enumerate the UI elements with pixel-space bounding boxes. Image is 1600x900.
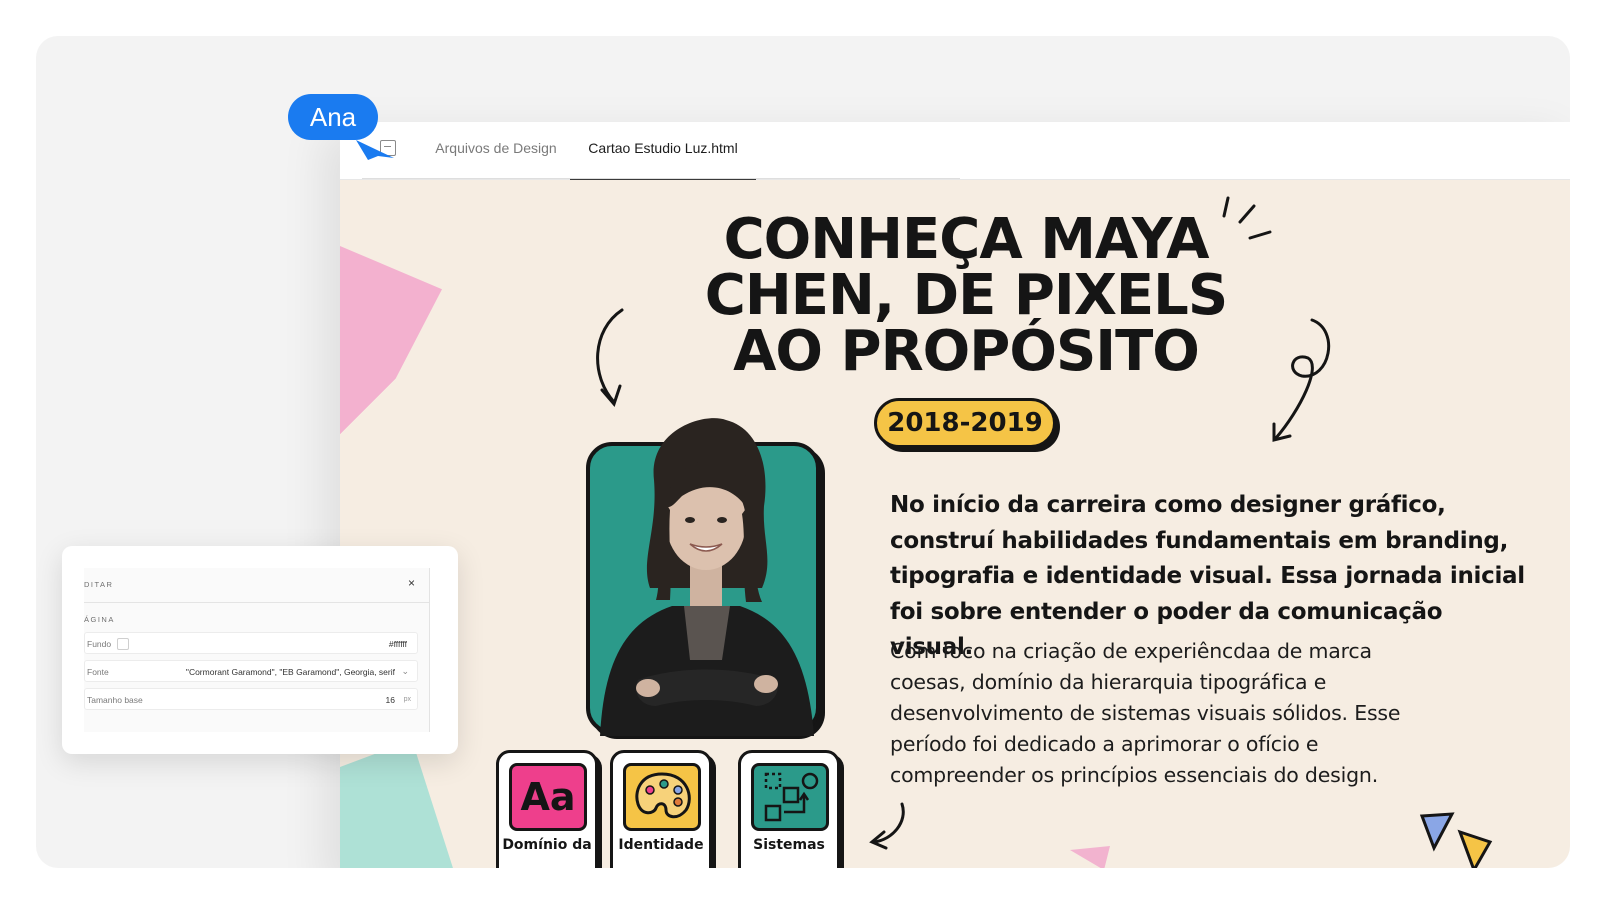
- skill-label: Domínio da: [502, 837, 592, 853]
- chevron-down-icon[interactable]: ⌄: [401, 666, 409, 677]
- field-label: Tamanho base: [87, 695, 143, 705]
- close-icon[interactable]: ×: [408, 576, 415, 590]
- app-frame: Arquivos de Design Cartao Estudio Luz.ht…: [36, 36, 1570, 868]
- skill-card-systems[interactable]: Sistemas: [738, 750, 840, 868]
- page-editor-panel: DITAR × ÁGINA Fundo #ffffff Fonte "Cormo…: [62, 546, 458, 754]
- cursor-pointer-icon: [356, 140, 394, 160]
- base-size-field[interactable]: Tamanho base 16 px: [84, 688, 418, 710]
- tab-cartao-estudio-luz[interactable]: Cartao Estudio Luz.html: [570, 122, 756, 180]
- base-size-value[interactable]: 16: [386, 695, 395, 705]
- tab-divider: [362, 178, 960, 179]
- headline-line-3: AO PROPÓSITO: [733, 319, 1200, 384]
- document-window: Arquivos de Design Cartao Estudio Luz.ht…: [340, 122, 1570, 868]
- year-badge[interactable]: 2018-2019: [874, 398, 1056, 448]
- unit-label: px: [403, 696, 411, 703]
- font-field[interactable]: Fonte "Cormorant Garamond", "EB Garamond…: [84, 660, 418, 682]
- editor-divider: [84, 602, 429, 603]
- pink-mini-shape: [1070, 846, 1110, 868]
- body-paragraph[interactable]: Com foco na criação de experiêncdaa de m…: [890, 636, 1450, 791]
- editor-content: DITAR × ÁGINA Fundo #ffffff Fonte "Cormo…: [84, 568, 430, 732]
- headline-line-2: CHEN, DE PIXELS: [704, 263, 1228, 328]
- field-label: Fundo: [87, 639, 112, 649]
- portrait-photo[interactable]: [586, 418, 820, 736]
- typography-icon: Aa: [509, 763, 587, 831]
- loop-arrow-right-icon: [1272, 318, 1331, 442]
- skill-card-identity[interactable]: Identidade: [610, 750, 712, 868]
- curved-arrow-left-icon: [596, 308, 624, 407]
- systems-icon: [751, 763, 829, 831]
- section-title: ÁGINA: [84, 615, 115, 624]
- palette-icon: [623, 763, 701, 831]
- skill-label: Sistemas: [753, 837, 825, 853]
- color-swatch[interactable]: [117, 638, 129, 650]
- small-arrow-icon: [869, 802, 905, 850]
- skill-label: Identidade: [618, 837, 704, 853]
- tab-bar: Arquivos de Design Cartao Estudio Luz.ht…: [340, 122, 1570, 180]
- headline-line-1: CONHEÇA MAYA: [723, 207, 1210, 272]
- triangle-decor-icon: [1419, 812, 1493, 868]
- skill-card-typography[interactable]: Aa Domínio da: [496, 750, 598, 868]
- font-value[interactable]: "Cormorant Garamond", "EB Garamond", Geo…: [186, 667, 395, 677]
- background-field[interactable]: Fundo #ffffff: [84, 632, 418, 654]
- editor-title: DITAR: [84, 580, 114, 589]
- hero-headline[interactable]: CONHEÇA MAYA CHEN, DE PIXELS AO PROPÓSIT…: [680, 212, 1252, 380]
- tab-design-files[interactable]: Arquivos de Design: [426, 122, 566, 180]
- background-value[interactable]: #ffffff: [389, 639, 407, 649]
- field-label: Fonte: [87, 667, 109, 677]
- person-illustration: [600, 418, 814, 736]
- design-canvas[interactable]: CONHEÇA MAYA CHEN, DE PIXELS AO PROPÓSIT…: [340, 180, 1570, 868]
